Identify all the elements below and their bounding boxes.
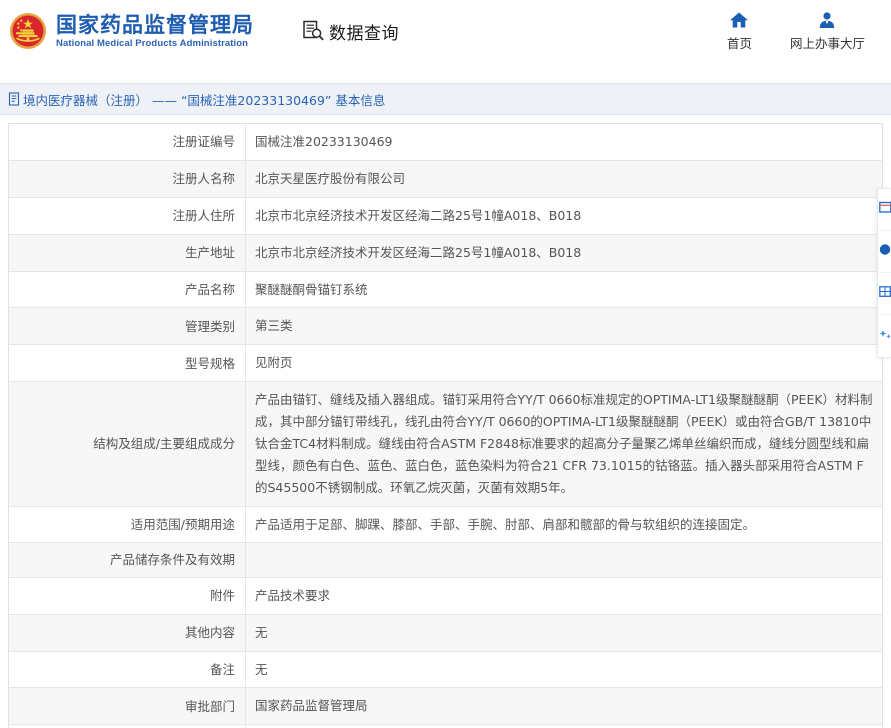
table-row: 生产地址 北京市北京经济技术开发区经海二路25号1幢A018、B018 bbox=[9, 234, 883, 271]
nav-item-online-service-hall[interactable]: 网上办事大厅 bbox=[790, 10, 865, 52]
table-row: 注册人住所 北京市北京经济技术开发区经海二路25号1幢A018、B018 bbox=[9, 197, 883, 234]
row-value: 北京市北京经济技术开发区经海二路25号1幢A018、B018 bbox=[246, 234, 883, 271]
table-row: 注册人名称 北京天星医疗股份有限公司 bbox=[9, 160, 883, 197]
row-value: 产品由锚钉、缝线及插入器组成。锚钉采用符合YY/T 0660标准规定的OPTIM… bbox=[246, 382, 883, 506]
row-label: 结构及组成/主要组成成分 bbox=[9, 382, 246, 506]
nav-item-home-label: 首页 bbox=[727, 33, 752, 52]
row-label: 产品储存条件及有效期 bbox=[9, 543, 246, 577]
breadcrumb-text: 境内医疗器械（注册） —— “国械注准20233130469” 基本信息 bbox=[23, 90, 385, 109]
table-row: 型号规格 见附页 bbox=[9, 345, 883, 382]
row-label: 生产地址 bbox=[9, 234, 246, 271]
data-query-module[interactable]: 数据查询 bbox=[300, 18, 399, 44]
site-header: 国家药品监督管理局 National Medical Products Admi… bbox=[0, 0, 891, 62]
row-value: 国家药品监督管理局 bbox=[246, 688, 883, 725]
row-value: 北京天星医疗股份有限公司 bbox=[246, 160, 883, 197]
circle-icon bbox=[879, 243, 891, 261]
document-search-icon bbox=[300, 18, 326, 44]
user-service-icon bbox=[817, 10, 837, 30]
row-value: 产品技术要求 bbox=[246, 577, 883, 614]
row-value: 无 bbox=[246, 651, 883, 688]
row-label: 型号规格 bbox=[9, 345, 246, 382]
header-nav: 首页 网上办事大厅 bbox=[727, 10, 891, 52]
registration-detail-table: 注册证编号 国械注准20233130469 注册人名称 北京天星医疗股份有限公司… bbox=[8, 123, 883, 728]
brand-title-en: National Medical Products Administration bbox=[56, 39, 254, 49]
table-row: 产品名称 聚醚醚酮骨锚钉系统 bbox=[9, 271, 883, 308]
nav-item-home[interactable]: 首页 bbox=[727, 10, 752, 52]
row-label: 适用范围/预期用途 bbox=[9, 506, 246, 543]
row-label: 备注 bbox=[9, 651, 246, 688]
row-label: 管理类别 bbox=[9, 308, 246, 345]
row-label: 注册人名称 bbox=[9, 160, 246, 197]
row-value: 聚醚醚酮骨锚钉系统 bbox=[246, 271, 883, 308]
floating-side-widget bbox=[877, 188, 891, 358]
home-icon bbox=[729, 10, 749, 30]
detail-table-wrap: 注册证编号 国械注准20233130469 注册人名称 北京天星医疗股份有限公司… bbox=[0, 123, 891, 728]
table-row: 备注 无 bbox=[9, 651, 883, 688]
row-label: 附件 bbox=[9, 577, 246, 614]
detail-table-body: 注册证编号 国械注准20233130469 注册人名称 北京天星医疗股份有限公司… bbox=[9, 124, 883, 728]
row-value: 无 bbox=[246, 614, 883, 651]
data-query-label: 数据查询 bbox=[329, 19, 399, 44]
row-label: 其他内容 bbox=[9, 614, 246, 651]
sparkle-icon bbox=[879, 327, 891, 345]
row-value: 第三类 bbox=[246, 308, 883, 345]
china-national-emblem-icon bbox=[8, 11, 48, 51]
nav-item-online-service-hall-label: 网上办事大厅 bbox=[790, 33, 865, 52]
document-icon bbox=[8, 92, 21, 106]
brand-title-cn: 国家药品监督管理局 bbox=[56, 15, 254, 36]
row-label: 产品名称 bbox=[9, 271, 246, 308]
side-widget-item-circle[interactable] bbox=[878, 231, 891, 273]
row-label: 注册证编号 bbox=[9, 124, 246, 161]
row-value: 北京市北京经济技术开发区经海二路25号1幢A018、B018 bbox=[246, 197, 883, 234]
table-row: 管理类别 第三类 bbox=[9, 308, 883, 345]
row-label: 注册人住所 bbox=[9, 197, 246, 234]
table-row: 审批部门 国家药品监督管理局 bbox=[9, 688, 883, 725]
row-label: 审批部门 bbox=[9, 688, 246, 725]
row-value bbox=[246, 543, 883, 577]
row-value: 国械注准20233130469 bbox=[246, 124, 883, 161]
side-widget-item-grid[interactable] bbox=[878, 273, 891, 315]
window-icon bbox=[879, 201, 891, 219]
brand-block[interactable]: 国家药品监督管理局 National Medical Products Admi… bbox=[8, 11, 254, 51]
side-widget-item-sparkle[interactable] bbox=[878, 315, 891, 357]
table-row: 结构及组成/主要组成成分 产品由锚钉、缝线及插入器组成。锚钉采用符合YY/T 0… bbox=[9, 382, 883, 506]
table-row: 注册证编号 国械注准20233130469 bbox=[9, 124, 883, 161]
grid-icon bbox=[879, 285, 891, 303]
table-row: 其他内容 无 bbox=[9, 614, 883, 651]
breadcrumb: 境内医疗器械（注册） —— “国械注准20233130469” 基本信息 bbox=[0, 83, 891, 115]
side-widget-item-window[interactable] bbox=[878, 189, 891, 231]
table-row: 附件 产品技术要求 bbox=[9, 577, 883, 614]
row-value: 产品适用于足部、脚踝、膝部、手部、手腕、肘部、肩部和髋部的骨与软组织的连接固定。 bbox=[246, 506, 883, 543]
table-row: 适用范围/预期用途 产品适用于足部、脚踝、膝部、手部、手腕、肘部、肩部和髋部的骨… bbox=[9, 506, 883, 543]
table-row: 产品储存条件及有效期 bbox=[9, 543, 883, 577]
row-value: 见附页 bbox=[246, 345, 883, 382]
